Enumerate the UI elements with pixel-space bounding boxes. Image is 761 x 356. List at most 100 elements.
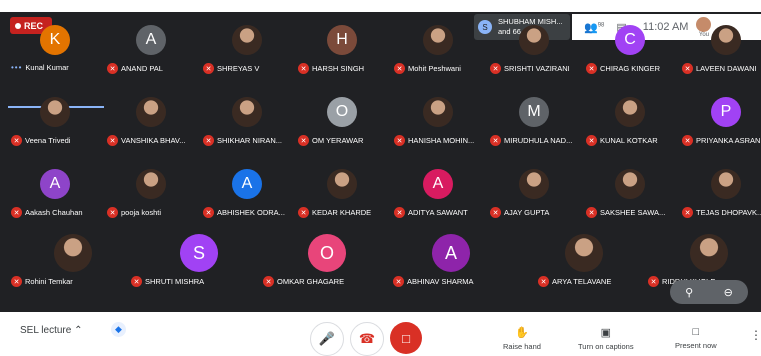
- mic-muted-icon: ✕: [394, 135, 405, 146]
- participant-tile[interactable]: A ✕ ANAND PAL: [104, 12, 199, 74]
- participant-tile[interactable]: ✕ SHREYAS V: [200, 12, 295, 74]
- mic-muted-icon: ✕: [298, 207, 309, 218]
- mic-muted-icon: ✕: [490, 207, 501, 218]
- participant-tile[interactable]: ✕ AJAY GUPTA: [487, 156, 582, 218]
- mic-muted-icon: ✕: [107, 135, 118, 146]
- participant-tile[interactable]: A ✕ ABHISHEK ODRA...: [200, 156, 295, 218]
- participant-grid: REC S SHUBHAM MISH... and 66 more 👥98 ▤ …: [0, 12, 761, 312]
- participant-tile[interactable]: ✕ SRISHTI VAZIRANI: [487, 12, 582, 74]
- mic-muted-icon: ✕: [263, 276, 274, 287]
- raise-hand-button[interactable]: ✋ Raise hand: [503, 326, 541, 351]
- remove-icon[interactable]: ⊖: [724, 286, 733, 299]
- participant-avatar: [711, 25, 741, 55]
- participant-tile[interactable]: ✕ ARYA TELAVANE: [535, 228, 630, 288]
- hand-icon: ✋: [515, 327, 529, 339]
- participant-tile[interactable]: ✕ pooja koshti: [104, 156, 199, 218]
- tile-hover-controls[interactable]: ⚲ ⊖: [670, 280, 748, 304]
- participant-tile[interactable]: O ✕ OM YERAWAR: [295, 84, 390, 146]
- participant-name: ✕ ADITYA SAWANT: [394, 207, 468, 218]
- mic-button[interactable]: 🎤: [310, 322, 344, 356]
- participant-avatar: [615, 169, 645, 199]
- mic-muted-icon: ✕: [11, 276, 22, 287]
- pin-icon[interactable]: ⚲: [685, 286, 693, 299]
- participant-name-text: MIRUDHULA NAD...: [504, 136, 573, 145]
- participant-tile[interactable]: A ✕ ABHINAV SHARMA: [390, 228, 485, 288]
- participant-tile[interactable]: S ✕ SHRUTI MISHRA: [128, 228, 223, 288]
- participant-name-text: HANISHA MOHIN...: [408, 136, 475, 145]
- participant-avatar: A: [40, 169, 70, 199]
- participant-avatar: H: [327, 25, 357, 55]
- participant-name-text: SHREYAS V: [217, 64, 260, 73]
- participant-tile[interactable]: ✕ LAVEEN DAWANI: [679, 12, 761, 74]
- participant-avatar: A: [136, 25, 166, 55]
- participant-tile[interactable]: ✕ KUNAL KOTKAR: [583, 84, 678, 146]
- mic-muted-icon: ✕: [682, 207, 693, 218]
- participant-name: ••• Kunal Kumar: [11, 63, 69, 72]
- participant-avatar: [136, 97, 166, 127]
- mic-icon: 🎤: [318, 331, 336, 346]
- participant-name-text: ANAND PAL: [121, 64, 163, 73]
- participant-tile[interactable]: A ✕ Aakash Chauhan: [8, 156, 103, 218]
- cc-icon: ▣: [600, 327, 611, 339]
- participant-name: ✕ ARYA TELAVANE: [538, 276, 611, 287]
- participant-tile[interactable]: ✕ HANISHA MOHIN...: [391, 84, 486, 146]
- mic-muted-icon: ✕: [648, 276, 659, 287]
- participant-tile[interactable]: ✕ VANSHIKA BHAV...: [104, 84, 199, 146]
- participant-tile[interactable]: O ✕ OMKAR GHAGARE: [260, 228, 355, 288]
- participant-tile[interactable]: C ✕ CHIRAG KINGER: [583, 12, 678, 74]
- participant-avatar: [690, 234, 728, 272]
- participant-avatar: C: [615, 25, 645, 55]
- participant-tile[interactable]: ✕RIDDHI KHOLE: [645, 228, 740, 288]
- camera-off-icon: □: [402, 330, 410, 346]
- participant-tile[interactable]: ✕ Rohini Temkar: [8, 228, 103, 288]
- participant-name-text: SHIKHAR NIRAN...: [217, 136, 283, 145]
- participant-name-text: Rohini Temkar: [25, 277, 73, 286]
- participant-tile[interactable]: H ✕ HARSH SINGH: [295, 12, 390, 74]
- participant-tile[interactable]: M ✕ MIRUDHULA NAD...: [487, 84, 582, 146]
- participant-name-text: LAVEEN DAWANI: [696, 64, 757, 73]
- participant-avatar: O: [308, 234, 346, 272]
- participant-tile[interactable]: ✕ SAKSHEE SAWA...: [583, 156, 678, 218]
- participant-name-text: OM YERAWAR: [312, 136, 364, 145]
- participant-name-text: SAKSHEE SAWA...: [600, 208, 666, 217]
- participant-tile[interactable]: ✕ KEDAR KHARDE: [295, 156, 390, 218]
- participant-name: ✕ LAVEEN DAWANI: [682, 63, 757, 74]
- participant-name: ✕ ABHISHEK ODRA...: [203, 207, 285, 218]
- participant-name: ✕ SHREYAS V: [203, 63, 259, 74]
- leave-call-button[interactable]: ☎: [350, 322, 384, 356]
- mic-muted-icon: ✕: [586, 207, 597, 218]
- participant-name: ✕ OM YERAWAR: [298, 135, 363, 146]
- participant-avatar: [711, 169, 741, 199]
- more-options-icon[interactable]: ⋮: [750, 328, 761, 342]
- participant-tile[interactable]: K ••• Kunal Kumar: [8, 12, 103, 72]
- captions-button[interactable]: ▣ Turn on captions: [578, 326, 634, 351]
- participant-avatar: [40, 97, 70, 127]
- meeting-details-button[interactable]: SEL lecture ⌃: [20, 325, 83, 336]
- participant-tile[interactable]: ✕ TEJAS DHOPAVK...: [679, 156, 761, 218]
- shield-icon[interactable]: ◆: [111, 322, 126, 337]
- participant-tile[interactable]: ✕ Mohit Peshwani: [391, 12, 486, 74]
- participant-avatar: A: [432, 234, 470, 272]
- participant-tile[interactable]: ✕ SHIKHAR NIRAN...: [200, 84, 295, 146]
- participant-tile[interactable]: A ✕ ADITYA SAWANT: [391, 156, 486, 218]
- participant-name-text: SHRUTI MISHRA: [145, 277, 205, 286]
- camera-button[interactable]: □: [390, 322, 422, 354]
- participant-name: ✕ OMKAR GHAGARE: [263, 276, 344, 287]
- participant-avatar: [327, 169, 357, 199]
- participant-name: ✕ PRIYANKA ASRANI: [682, 135, 761, 146]
- participant-name-text: ARYA TELAVANE: [552, 277, 612, 286]
- present-button[interactable]: □ Present now: [675, 326, 717, 350]
- participant-name: ✕ KEDAR KHARDE: [298, 207, 371, 218]
- participant-name: ✕ Veena Trivedi: [11, 135, 70, 146]
- participant-name-text: TEJAS DHOPAVK...: [696, 208, 761, 217]
- participant-avatar: A: [423, 169, 453, 199]
- participant-name-text: SRISHTI VAZIRANI: [504, 64, 570, 73]
- participant-avatar: [232, 97, 262, 127]
- mic-muted-icon: ✕: [203, 135, 214, 146]
- participant-tile[interactable]: ✕ Veena Trivedi: [8, 84, 103, 146]
- participant-name: ✕ Aakash Chauhan: [11, 207, 83, 218]
- participant-name: ✕ HANISHA MOHIN...: [394, 135, 474, 146]
- participant-tile[interactable]: P ✕ PRIYANKA ASRANI: [679, 84, 761, 146]
- mic-muted-icon: ✕: [490, 135, 501, 146]
- mic-muted-icon: ✕: [203, 63, 214, 74]
